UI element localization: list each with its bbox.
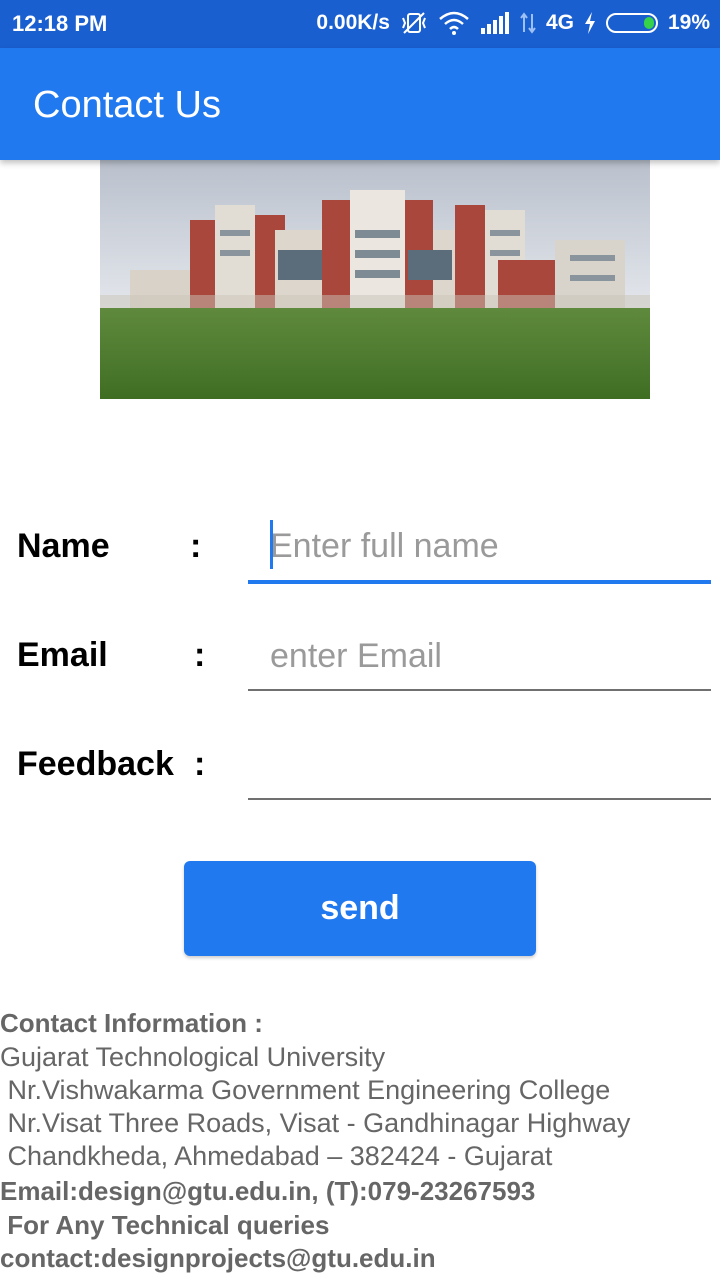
text-cursor [270,520,273,569]
email-input[interactable] [248,626,711,686]
name-colon: : [190,527,202,565]
contact-address-line-3: Chandkheda, Ahmedabad – 382424 - Gujarat [0,1141,553,1171]
contact-address-line-2: Nr.Visat Three Roads, Visat - Gandhinaga… [0,1108,631,1138]
name-input[interactable] [248,516,711,576]
feedback-colon: : [194,745,206,783]
contact-email-phone: Email:design@gtu.edu.in, (T):079-2326759… [0,1176,536,1206]
contact-queries-email: contact:designprojects@gtu.edu.in [0,1243,436,1273]
battery-icon [605,13,658,33]
network-type: 4G [545,11,574,34]
contact-address-line-1: Nr.Vishwakarma Government Engineering Co… [0,1075,611,1105]
net-speed: 0.00K/s [316,11,390,34]
name-label: Name [17,527,110,565]
email-label: Email [17,636,108,674]
battery-percent: 19% [667,11,710,34]
feedback-input-underline [248,798,711,800]
battery-level [643,17,654,29]
name-input-underline [248,580,711,584]
page-title: Contact Us [33,84,221,126]
vibrate-off-icon [400,11,428,35]
app-bar: Contact Us [0,48,720,160]
contact-queries: For Any Technical queries [0,1210,330,1240]
contact-heading: Contact Information : [0,1008,263,1038]
feedback-input[interactable] [248,736,711,796]
status-icons: 0.00K/s 4G 19% [316,11,710,35]
contact-org: Gujarat Technological University [0,1042,386,1072]
building-image [100,160,650,399]
charging-icon [584,12,596,34]
feedback-label: Feedback [17,745,174,783]
status-bar: 12:18 PM 0.00K/s 4G 19% [0,0,720,48]
data-arrows-icon [520,12,536,34]
contact-information: Contact Information : Gujarat Technologi… [0,1005,720,1275]
send-button[interactable]: send [184,861,536,956]
email-input-underline [248,689,711,691]
signal-icon [480,12,510,34]
email-colon: : [194,636,206,674]
status-time: 12:18 PM [12,11,108,36]
wifi-icon [438,11,470,35]
